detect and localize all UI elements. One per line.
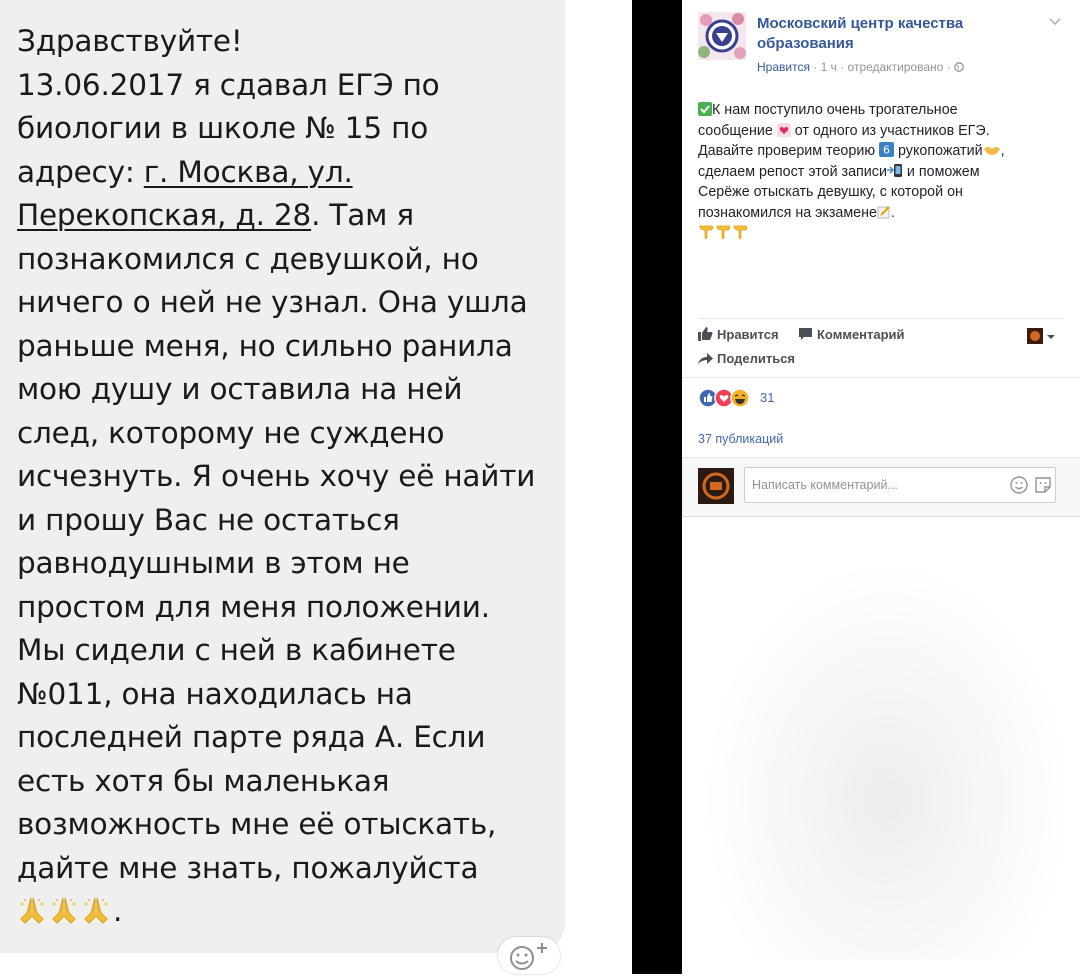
- blurred-area: [702, 560, 1072, 960]
- comment-button[interactable]: Комментарий: [798, 327, 905, 342]
- folded-hands-icon: [20, 897, 44, 924]
- like-label: Нравится: [717, 327, 779, 342]
- message-line: Мы сидели с ней в кабинете: [17, 633, 456, 667]
- message-line: и прошу Вас не остаться: [17, 502, 400, 537]
- message-line: возможность мне её отыскать,: [17, 807, 497, 841]
- post-line-emoji: [698, 223, 1068, 244]
- message-line: Перекопская, д. 28. Там я: [17, 194, 562, 238]
- actions-divider: [698, 318, 1064, 319]
- image-divider: [632, 0, 682, 974]
- post-card: Московский центр качества образования Нр…: [682, 0, 1080, 517]
- heart-icon: [776, 122, 791, 137]
- message-line: познакомился с девушкой, но: [17, 241, 479, 276]
- keycap-six-icon: 6: [879, 142, 895, 157]
- post-line: К нам поступило очень трогательное: [698, 100, 1068, 121]
- smiley-plus-icon: [510, 943, 547, 970]
- post-meta-text: · 1 ч · отредактировано ·: [809, 60, 955, 74]
- address-link[interactable]: г. Москва, ул.: [144, 155, 353, 189]
- check-mark-icon: [698, 102, 712, 116]
- page-name-link[interactable]: Московский центр качества образования: [757, 14, 1017, 54]
- post-meta: Нравится · 1 ч · отредактировано ·: [757, 60, 964, 74]
- message-line: дайте мне знать, пожалуйста: [17, 850, 479, 885]
- share-label: Поделиться: [717, 351, 796, 366]
- message-line: ничего о ней не узнал. Она ушла: [17, 285, 528, 319]
- page-logo-icon: [698, 12, 746, 60]
- handshake-icon: [983, 147, 1000, 155]
- page-avatar[interactable]: [698, 12, 746, 60]
- share-arrow-icon: [698, 353, 713, 364]
- post-text-segment: сделаем репост этой записи: [698, 163, 887, 180]
- post-text-segment: от одного из участников ЕГЭ.: [794, 122, 990, 139]
- post-as-selector[interactable]: [1027, 328, 1056, 344]
- thumbs-up-icon: [698, 327, 713, 341]
- after-address-text: . Там я: [311, 198, 414, 232]
- post-line: Серёже отыскать девушку, с которой он: [698, 184, 963, 200]
- reactions-divider: [682, 377, 1080, 378]
- pointing-down-icon: [716, 225, 731, 239]
- folded-hands-icon: [84, 897, 108, 924]
- shares-count-link[interactable]: 37 публикаций: [698, 432, 783, 446]
- profile-thumbnail-icon: [1027, 328, 1043, 344]
- haha-reaction-icon: [730, 388, 750, 408]
- chevron-down-icon[interactable]: [1048, 14, 1062, 30]
- post-line: познакомился на экзамене.: [698, 203, 1068, 224]
- post-text-segment: познакомился на экзамене: [698, 204, 877, 221]
- page-like-link[interactable]: Нравится: [757, 60, 810, 74]
- post-line: сделаем репост этой записи и поможем: [698, 162, 1068, 183]
- globe-icon: [954, 62, 964, 72]
- message-line: №011, она находилась на: [17, 676, 413, 711]
- comment-label: Комментарий: [817, 327, 905, 342]
- reaction-icons[interactable]: [698, 388, 756, 408]
- post-text: К нам поступило очень трогательное сообщ…: [698, 100, 1068, 244]
- message-line: есть хотя бы маленькая: [17, 763, 390, 798]
- svg-text:6: 6: [883, 144, 890, 157]
- message-line: мою душу и оставила на ней: [17, 372, 463, 406]
- comment-input[interactable]: Написать комментарий...: [744, 467, 1056, 503]
- message-text: Здравствуйте! 13.06.2017 я сдавал ЕГЭ по…: [17, 20, 562, 934]
- message-line: биологии в школе № 15 по: [17, 111, 429, 145]
- message-line: 13.06.2017 я сдавал ЕГЭ по: [17, 67, 440, 102]
- phone-arrow-icon: [886, 163, 902, 177]
- reaction-count[interactable]: 31: [760, 390, 774, 405]
- post-text-segment: и поможем: [906, 163, 980, 180]
- post-text-segment: Давайте проверим теорию: [698, 143, 876, 159]
- message-line: исчезнуть. Я очень хочу её найти: [17, 459, 536, 493]
- post-text-segment: сообщение: [698, 122, 773, 139]
- pointing-down-icon: [699, 225, 714, 239]
- message-line: раньше меня, но сильно ранила: [17, 328, 513, 363]
- address-link[interactable]: Перекопская, д. 28: [17, 198, 311, 232]
- message-line: последней парте ряда А. Если: [17, 720, 486, 754]
- message-line: след, которому не суждено: [17, 415, 445, 450]
- post-line: сообщение от одного из участников ЕГЭ.: [698, 121, 1068, 142]
- emoji-icon[interactable]: [1009, 475, 1029, 495]
- comment-bubble-icon: [799, 328, 812, 340]
- post-text-segment: .: [890, 204, 895, 221]
- user-avatar: [698, 468, 734, 504]
- pointing-down-icon: [733, 225, 748, 239]
- comment-placeholder: Написать комментарий...: [752, 478, 898, 492]
- chat-panel: Здравствуйте! 13.06.2017 я сдавал ЕГЭ по…: [0, 0, 632, 974]
- caret-down-icon: [1047, 335, 1055, 339]
- post-text-segment: рукопожатий: [898, 143, 983, 159]
- message-line-emoji: .: [17, 890, 562, 934]
- sticker-icon[interactable]: [1033, 475, 1053, 495]
- add-reaction-button[interactable]: [498, 937, 560, 974]
- post-text-segment: К нам поступило очень трогательное: [712, 102, 958, 118]
- message-line: Здравствуйте!: [17, 24, 243, 58]
- like-button[interactable]: Нравится: [698, 327, 779, 342]
- final-period: .: [113, 894, 123, 928]
- folded-hands-icon: [52, 897, 76, 924]
- message-line: простом для меня положении.: [17, 589, 490, 624]
- post-line: Давайте проверим теорию 6 рукопожатий,: [698, 142, 1005, 159]
- message-line: адресу: г. Москва, ул.: [17, 151, 562, 195]
- message-bubble: Здравствуйте! 13.06.2017 я сдавал ЕГЭ по…: [0, 0, 565, 953]
- facebook-post: Московский центр качества образования Нр…: [682, 0, 1080, 974]
- message-line: равнодушными в этом не: [17, 546, 410, 580]
- memo-icon: [877, 205, 890, 218]
- share-button[interactable]: Поделиться: [698, 351, 795, 366]
- address-prefix: адресу:: [17, 154, 144, 189]
